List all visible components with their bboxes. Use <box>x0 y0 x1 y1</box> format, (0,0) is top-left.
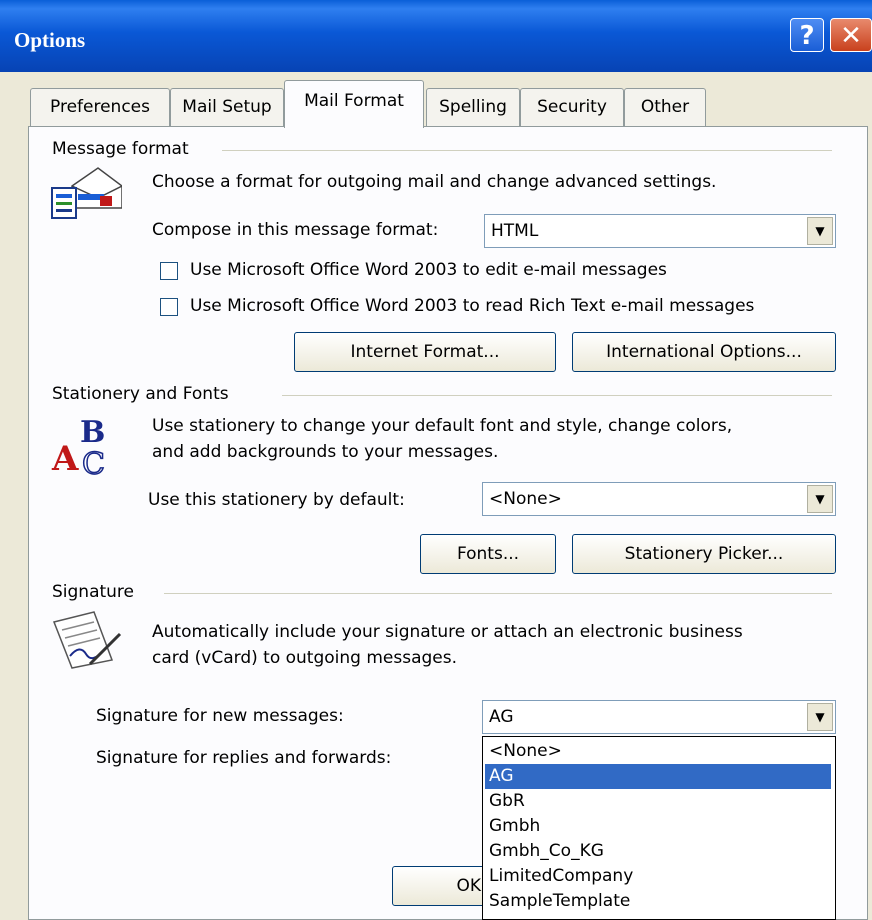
window-title: Options <box>14 28 86 52</box>
dropdown-option[interactable]: SampleTemplate <box>485 889 831 914</box>
stationery-value: <None> <box>489 489 562 509</box>
close-icon: ✕ <box>840 21 862 51</box>
tab-mail-format[interactable]: Mail Format <box>284 80 424 128</box>
tab-other[interactable]: Other <box>624 88 706 126</box>
title-bar[interactable] <box>0 0 872 72</box>
word-read-label: Use Microsoft Office Word 2003 to read R… <box>190 296 755 316</box>
dropdown-option[interactable]: <None> <box>485 739 831 764</box>
tab-preferences[interactable]: Preferences <box>30 88 170 126</box>
close-button[interactable]: ✕ <box>830 18 872 52</box>
signature-description-line2: card (vCard) to outgoing messages. <box>152 648 458 668</box>
help-button[interactable]: ? <box>790 18 824 52</box>
signature-new-label: Signature for new messages: <box>96 706 344 726</box>
signature-dropdown-list[interactable]: <None> AG GbR Gmbh Gmbh_Co_KG LimitedCom… <box>482 736 836 920</box>
dropdown-option[interactable]: Gmbh <box>485 814 831 839</box>
internet-format-button[interactable]: Internet Format... <box>294 332 556 372</box>
signature-description-line1: Automatically include your signature or … <box>152 622 743 642</box>
stationery-picker-button[interactable]: Stationery Picker... <box>572 534 836 574</box>
word-edit-checkbox[interactable] <box>160 262 178 280</box>
signature-new-select[interactable]: AG ▼ <box>482 700 836 734</box>
section-title-signature: Signature <box>52 582 135 602</box>
tab-security[interactable]: Security <box>520 88 624 126</box>
signature-new-value: AG <box>489 707 514 727</box>
chevron-down-icon[interactable]: ▼ <box>807 703 833 731</box>
signature-replies-label: Signature for replies and forwards: <box>96 748 392 768</box>
mail-format-icon <box>51 167 122 219</box>
compose-format-label: Compose in this message format: <box>152 220 439 240</box>
dropdown-option[interactable]: Gmbh_Co_KG <box>485 839 831 864</box>
fonts-button[interactable]: Fonts... <box>420 534 556 574</box>
message-format-description: Choose a format for outgoing mail and ch… <box>152 172 717 192</box>
section-divider <box>282 395 832 396</box>
svg-text:B: B <box>80 415 105 450</box>
section-divider <box>164 593 832 594</box>
signature-icon <box>52 611 122 669</box>
word-read-checkbox[interactable] <box>160 298 178 316</box>
international-options-button[interactable]: International Options... <box>572 332 836 372</box>
stationery-description-line1: Use stationery to change your default fo… <box>152 416 733 436</box>
tab-mail-setup[interactable]: Mail Setup <box>170 88 284 126</box>
word-edit-label: Use Microsoft Office Word 2003 to edit e… <box>190 260 667 280</box>
help-icon: ? <box>799 21 815 51</box>
svg-text:C: C <box>82 447 105 476</box>
svg-text:A: A <box>51 439 79 476</box>
dropdown-option[interactable]: LimitedCompany <box>485 864 831 889</box>
section-divider <box>222 150 832 151</box>
stationery-select[interactable]: <None> ▼ <box>482 482 836 516</box>
section-title-stationery: Stationery and Fonts <box>52 384 229 404</box>
stationery-description-line2: and add backgrounds to your messages. <box>152 442 499 462</box>
section-title-message-format: Message format <box>52 139 189 159</box>
stationery-fonts-icon: B A C <box>51 415 106 476</box>
dropdown-option[interactable]: GbR <box>485 789 831 814</box>
compose-format-select[interactable]: HTML ▼ <box>484 214 836 248</box>
compose-format-value: HTML <box>491 221 539 241</box>
stationery-default-label: Use this stationery by default: <box>148 490 405 510</box>
tab-spelling[interactable]: Spelling <box>426 88 520 126</box>
dropdown-option-selected[interactable]: AG <box>485 764 831 789</box>
chevron-down-icon[interactable]: ▼ <box>807 217 833 245</box>
chevron-down-icon[interactable]: ▼ <box>807 485 833 513</box>
